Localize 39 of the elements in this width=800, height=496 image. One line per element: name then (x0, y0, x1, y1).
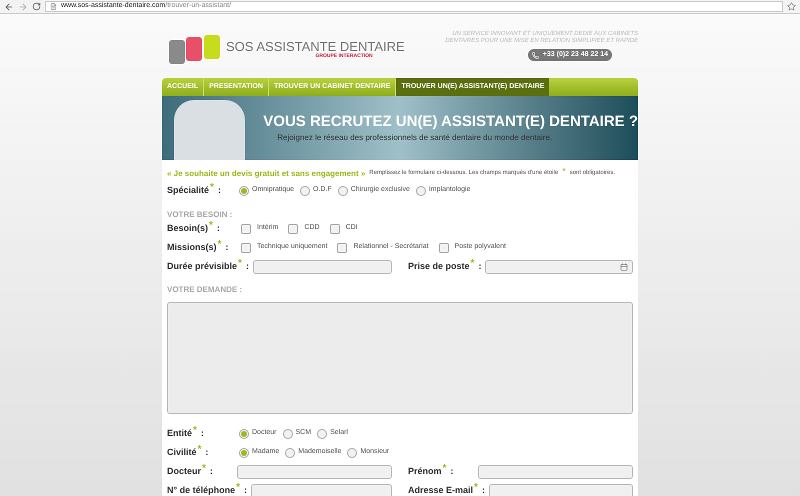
page-icon (50, 3, 57, 10)
radio-button[interactable] (239, 186, 249, 196)
brand-name: SOS ASSISTANTE DENTAIRE (226, 40, 405, 53)
text-field[interactable] (488, 484, 633, 496)
radio-button[interactable] (347, 448, 358, 458)
checkbox[interactable] (288, 224, 298, 234)
phone-icon (532, 52, 539, 58)
radio-button[interactable] (285, 448, 296, 458)
section-heading: VOTRE DEMANDE : (167, 286, 242, 294)
message-textarea[interactable] (167, 302, 633, 414)
radio-button[interactable] (317, 428, 328, 438)
reload-icon[interactable] (32, 2, 41, 11)
checkbox[interactable] (438, 242, 449, 252)
section-heading: VOTRE BESOIN : (167, 211, 232, 219)
checkbox[interactable] (337, 242, 348, 252)
forward-icon[interactable] (18, 2, 28, 12)
checkbox[interactable] (330, 224, 340, 234)
back-icon[interactable] (4, 2, 14, 12)
radio-button[interactable] (416, 186, 426, 196)
text-field[interactable] (485, 260, 633, 274)
star-symbol: * (562, 168, 566, 174)
calendar-icon[interactable] (620, 262, 628, 270)
photo-placeholder (174, 100, 246, 160)
text-field[interactable] (478, 464, 633, 478)
radio-button[interactable] (239, 448, 249, 458)
radio-button[interactable] (239, 428, 249, 438)
logo-icon (168, 35, 222, 65)
radio-button[interactable] (282, 428, 293, 438)
text-field[interactable] (237, 464, 392, 478)
text-field[interactable] (251, 484, 392, 496)
banner-title: VOUS RECRUTEZ UN(E) ASSISTANT(E) DENTAIRE ? (263, 113, 638, 132)
text-field[interactable] (252, 260, 392, 274)
checkbox[interactable] (241, 224, 251, 234)
bookmark-star-icon[interactable] (787, 2, 796, 11)
quote-heading: « Je souhaite un devis gratuit et sans engagement » (167, 168, 366, 180)
radio-button[interactable] (300, 186, 310, 196)
radio-button[interactable] (338, 186, 348, 196)
banner-subtitle: Rejoignez le réseau des professionnels de santé dentaire du monde dentaire. (277, 132, 554, 144)
checkbox[interactable] (241, 242, 251, 252)
